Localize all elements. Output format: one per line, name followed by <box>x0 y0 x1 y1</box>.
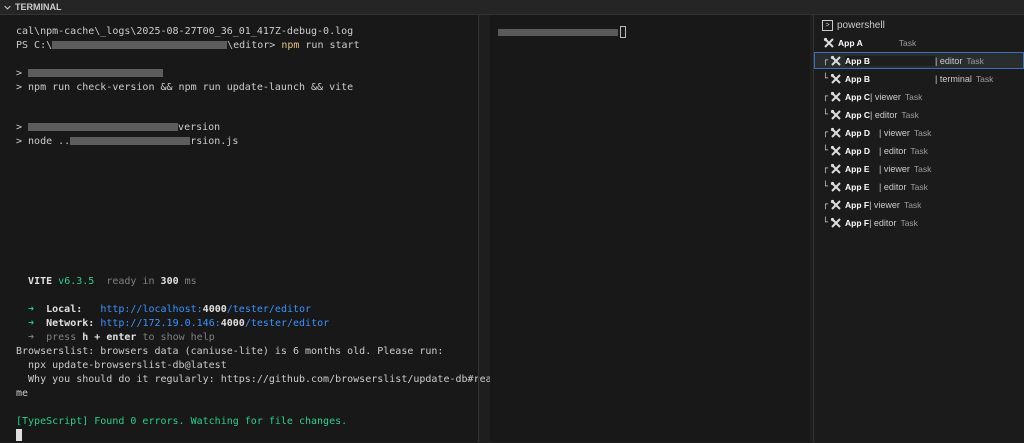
terminal-panel-header: TERMINAL <box>0 0 1024 15</box>
terminal-line: > <box>16 67 164 81</box>
terminal-tab-task[interactable]: ┌ App D | viewer Task <box>814 124 1024 141</box>
network-url-link[interactable]: http://172.19.0.146:4000/tester/editor <box>100 318 329 329</box>
network-url-line: ➜ Network: http://172.19.0.146:4000/test… <box>28 318 330 329</box>
tools-icon <box>829 198 842 211</box>
tools-icon <box>829 108 842 121</box>
terminal-output: cal\npm-cache\_logs\2025-08-27T00_36_01_… <box>16 15 498 441</box>
redacted-text <box>498 29 618 36</box>
panel-title: TERMINAL <box>15 2 62 12</box>
terminal-tab-task[interactable]: ┌ App B | editor Task <box>814 52 1024 69</box>
terminal-cursor <box>16 429 22 443</box>
terminal-tab-task[interactable]: ┌ App C | viewer Task <box>814 88 1024 105</box>
terminal-tab-task[interactable]: ┌ App E | viewer Task <box>814 160 1024 177</box>
typescript-status-line: [TypeScript] Found 0 errors. Watching fo… <box>16 416 348 427</box>
terminal-line: > node .. rsion.js <box>16 136 239 147</box>
terminal-line: npx update-browserslist-db@latest <box>16 360 227 371</box>
terminal-pane-left[interactable]: cal\npm-cache\_logs\2025-08-27T00_36_01_… <box>0 15 498 442</box>
terminal-line: Browserslist: browsers data (caniuse-lit… <box>16 346 444 357</box>
terminal-pane-middle[interactable] <box>490 15 810 442</box>
terminal-tab-task[interactable]: └ App D | editor Task <box>814 142 1024 159</box>
tools-icon <box>829 90 842 103</box>
terminal-line: Why you should do it regularly: https://… <box>16 374 498 385</box>
help-line: ➜ press h + enter to show help <box>28 332 215 343</box>
terminal-tab-task[interactable]: └ App B | terminal Task <box>814 70 1024 87</box>
terminal-line: PS C:\ \editor> npm run start <box>16 40 360 51</box>
terminal-tab-powershell[interactable]: > powershell <box>814 17 1024 34</box>
terminal-tabs-list: > powershell App A Task ┌ App B | editor… <box>814 15 1024 442</box>
chevron-down-icon[interactable] <box>4 4 11 11</box>
terminal-tab-task[interactable]: ┌ App F | viewer Task <box>814 196 1024 213</box>
tools-icon <box>829 180 842 193</box>
terminal-tab-task[interactable]: └ App E | editor Task <box>814 178 1024 195</box>
terminal-tab-task[interactable]: App A Task <box>814 34 1024 51</box>
local-url-line: ➜ Local: http://localhost:4000/tester/ed… <box>28 304 312 315</box>
vite-banner: VITE v6.3.5 ready in 300 ms <box>28 276 197 287</box>
terminal-tab-task[interactable]: └ App F | editor Task <box>814 214 1024 231</box>
terminal-icon: > <box>822 20 833 31</box>
pane-divider[interactable] <box>478 15 479 442</box>
terminal-line: me <box>16 388 29 399</box>
terminal-tab-task[interactable]: └ App C | editor Task <box>814 106 1024 123</box>
tools-icon <box>829 144 842 157</box>
tools-icon <box>829 216 842 229</box>
tools-icon <box>829 54 842 67</box>
tools-icon <box>822 36 835 49</box>
local-url-link[interactable]: http://localhost:4000/tester/editor <box>100 304 311 315</box>
tools-icon <box>829 162 842 175</box>
terminal-line: > npm run check-version && npm run updat… <box>16 82 354 93</box>
tools-icon <box>829 72 842 85</box>
tools-icon <box>829 126 842 139</box>
terminal-line: cal\npm-cache\_logs\2025-08-27T00_36_01_… <box>16 26 354 37</box>
terminal-cursor <box>620 26 626 38</box>
terminal-line: > version <box>16 122 221 133</box>
